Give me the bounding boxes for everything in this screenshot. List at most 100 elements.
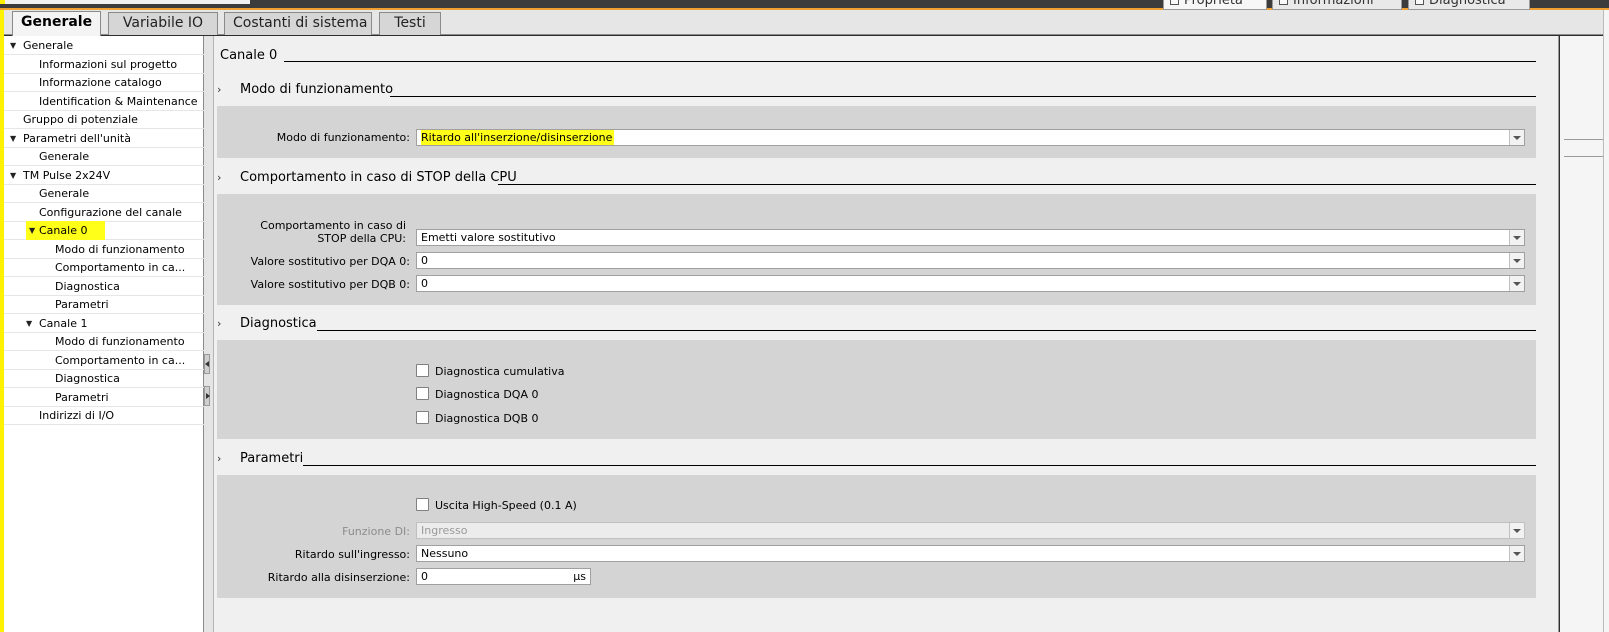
- tree-item-generale-2[interactable]: Generale: [4, 147, 204, 166]
- chevron-down-icon[interactable]: [1509, 230, 1524, 245]
- tab-informazioni[interactable]: Informazioni: [1272, 0, 1402, 10]
- tree-item-label: Generale: [39, 150, 90, 163]
- tab-generale[interactable]: Generale: [12, 11, 101, 36]
- panel-parametri: Uscita High-Speed (0.1 A) Funzione DI: I…: [217, 475, 1536, 598]
- tree-item-informazione-catalogo[interactable]: Informazione catalogo: [4, 73, 204, 92]
- tree-item-label: Parametri: [55, 390, 109, 404]
- tab-variabile-io[interactable]: Variabile IO: [108, 12, 218, 35]
- tree-item-label: Generale: [39, 187, 90, 200]
- tree-item-indirizzi-io[interactable]: Indirizzi di I/O: [4, 406, 204, 425]
- select-value: 0: [421, 254, 428, 267]
- section-rule: [303, 465, 1536, 466]
- field-label-funzione-di: Funzione DI:: [342, 525, 410, 538]
- comportamento-stop-select[interactable]: Emetti valore sostitutivo: [416, 229, 1525, 246]
- chevron-down-icon[interactable]: [1509, 546, 1524, 561]
- tree-item-label: Canale 0: [39, 221, 106, 240]
- tree-item-label: TM Pulse 2x24V: [23, 168, 111, 182]
- select-value: 0: [421, 277, 428, 290]
- right-column: [1560, 36, 1603, 632]
- tree-item-diagnostica-1[interactable]: Diagnostica: [4, 369, 204, 388]
- tree-item-parametri-1[interactable]: Parametri: [4, 388, 204, 407]
- tree-item-canale-0[interactable]: ▼ Canale 0: [4, 221, 204, 240]
- chevron-down-icon[interactable]: [1509, 253, 1524, 268]
- section-rule: [498, 184, 1536, 185]
- tab-diagnostica-label: Diagnostica: [1429, 0, 1506, 8]
- scrollbar-track[interactable]: [1603, 10, 1609, 632]
- expand-down-icon[interactable]: ▼: [26, 314, 36, 333]
- tree-item-generale-3[interactable]: Generale: [4, 184, 204, 203]
- tree-item-comportamento-1[interactable]: Comportamento in ca...: [4, 351, 204, 370]
- tree-item-label: Gruppo di potenziale: [23, 113, 138, 126]
- modo-funzionamento-select[interactable]: Ritardo all'inserzione/disinserzione: [416, 129, 1525, 146]
- section-title-stop: Comportamento in caso di STOP della CPU: [240, 170, 527, 185]
- tree-item-modo-funzionamento[interactable]: Modo di funzionamento: [4, 240, 204, 259]
- uscita-high-speed-checkbox[interactable]: [416, 498, 429, 511]
- ritardo-disinserzione-input[interactable]: 0 μs: [416, 568, 591, 585]
- tree-item-parametri[interactable]: Parametri: [4, 295, 204, 314]
- field-label-dqb: Valore sostitutivo per DQB 0:: [250, 278, 410, 291]
- tree-item-gruppo-potenziale[interactable]: Gruppo di potenziale: [4, 110, 204, 129]
- expand-down-icon[interactable]: ▼: [10, 166, 20, 185]
- field-label-ritardo-ingresso: Ritardo sull'ingresso:: [294, 548, 410, 561]
- select-value: Ritardo all'inserzione/disinserzione: [421, 130, 615, 145]
- diagnostica-dqa-checkbox[interactable]: [416, 387, 429, 400]
- tree-item-diagnostica[interactable]: Diagnostica: [4, 277, 204, 296]
- info-icon: [1279, 0, 1288, 5]
- tab-costanti-di-sistema[interactable]: Costanti di sistema: [224, 12, 372, 35]
- tree-item-configurazione-canale[interactable]: Configurazione del canale: [4, 203, 204, 222]
- valore-dqa-select[interactable]: 0: [416, 252, 1525, 269]
- chevron-right-icon: ›: [217, 83, 222, 96]
- diagnostica-dqb-checkbox[interactable]: [416, 411, 429, 424]
- field-label-comportamento: Comportamento in caso di STOP della CPU:: [260, 219, 406, 245]
- title-rule: [284, 61, 1536, 62]
- chevron-down-icon[interactable]: [1509, 276, 1524, 291]
- collapse-left-icon[interactable]: [204, 354, 210, 374]
- panel-splitter[interactable]: [204, 36, 214, 632]
- valore-dqb-select[interactable]: 0: [416, 275, 1525, 292]
- divider: [1564, 156, 1603, 157]
- expand-down-icon[interactable]: ▼: [10, 129, 20, 148]
- ritardo-ingresso-select[interactable]: Nessuno: [416, 545, 1525, 562]
- section-title-parametri: Parametri: [240, 451, 314, 466]
- navigation-tree: ▼ Generale Informazioni sul progetto Inf…: [4, 36, 204, 632]
- section-rule: [317, 330, 1536, 331]
- tree-item-informazioni-progetto[interactable]: Informazioni sul progetto: [4, 55, 204, 74]
- top-strip-left: [0, 0, 250, 4]
- funzione-di-select: Ingresso: [416, 522, 1525, 539]
- chevron-down-icon[interactable]: [1509, 130, 1524, 145]
- expand-down-icon[interactable]: ▼: [26, 221, 40, 240]
- tree-item-comportamento[interactable]: Comportamento in ca...: [4, 258, 204, 277]
- main-content: Canale 0 › Modo di funzionamento Modo di…: [214, 36, 1559, 632]
- tree-item-tm-pulse[interactable]: ▼ TM Pulse 2x24V: [4, 166, 204, 185]
- tree-item-label: Canale 1: [39, 316, 88, 330]
- tree-item-modo-funzionamento-1[interactable]: Modo di funzionamento: [4, 332, 204, 351]
- checkbox-label: Diagnostica DQA 0: [435, 388, 539, 401]
- tree-item-generale[interactable]: ▼ Generale: [4, 36, 204, 55]
- chevron-right-icon: ›: [217, 452, 222, 465]
- tree-item-label: Diagnostica: [55, 372, 120, 385]
- top-strip: Proprietà Informazioni Diagnostica: [0, 0, 1609, 10]
- diagnostica-cumulativa-checkbox[interactable]: [416, 364, 429, 377]
- field-label-dqa: Valore sostitutivo per DQA 0:: [250, 255, 410, 268]
- tab-informazioni-label: Informazioni: [1293, 0, 1374, 8]
- tab-proprieta[interactable]: Proprietà: [1163, 0, 1267, 10]
- field-label-modo: Modo di funzionamento:: [276, 131, 410, 144]
- tab-diagnostica[interactable]: Diagnostica: [1408, 0, 1530, 10]
- page-title: Canale 0: [220, 48, 288, 63]
- tree-item-canale-1[interactable]: ▼ Canale 1: [4, 314, 204, 333]
- panel-modo: Modo di funzionamento: Ritardo all'inser…: [217, 106, 1536, 158]
- properties-window: Proprietà Informazioni Diagnostica Gener…: [0, 0, 1609, 632]
- checkbox-label: Diagnostica DQB 0: [435, 412, 539, 425]
- expand-right-icon[interactable]: [204, 386, 210, 406]
- input-value: 0: [421, 570, 428, 583]
- tree-item-label: Identification & Maintenance: [39, 94, 198, 108]
- tab-testi[interactable]: Testi: [379, 12, 441, 35]
- checkbox-label: Diagnostica cumulativa: [435, 365, 565, 378]
- section-rule: [390, 96, 1536, 97]
- tree-item-label: Configurazione del canale: [39, 205, 182, 219]
- tree-item-identification[interactable]: Identification & Maintenance: [4, 92, 204, 111]
- unit-label: μs: [573, 570, 586, 583]
- expand-down-icon[interactable]: ▼: [10, 36, 20, 55]
- tree-item-parametri-unita[interactable]: ▼ Parametri dell'unità: [4, 129, 204, 148]
- select-value: Emetti valore sostitutivo: [421, 231, 556, 244]
